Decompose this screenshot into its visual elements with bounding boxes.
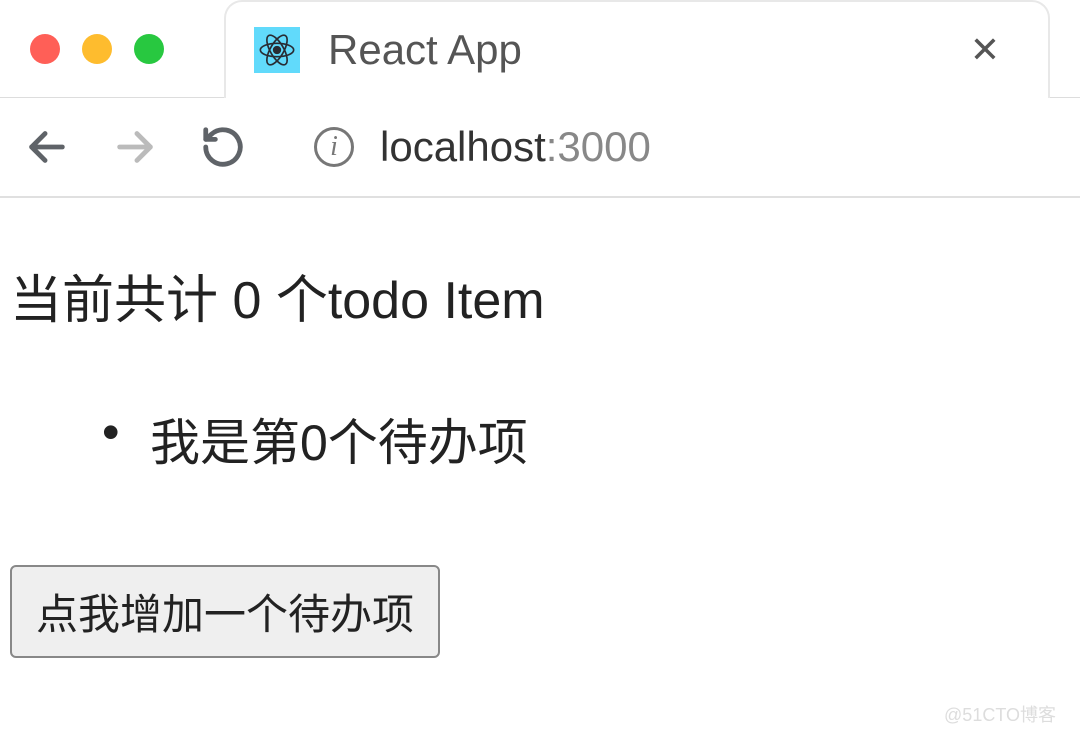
browser-chrome: React App ✕ i localhost:3000	[0, 0, 1080, 198]
url-host: localhost	[380, 123, 546, 170]
page-content: 当前共计 0 个todo Item 我是第0个待办项 点我增加一个待办项	[0, 198, 1080, 678]
add-todo-button[interactable]: 点我增加一个待办项	[10, 565, 440, 658]
react-icon	[254, 27, 300, 73]
todo-item: 我是第0个待办项	[110, 403, 1070, 475]
todo-list: 我是第0个待办项	[10, 403, 1070, 475]
browser-tab[interactable]: React App ✕	[224, 0, 1050, 98]
url-port: :3000	[546, 123, 651, 170]
url-text: localhost:3000	[380, 123, 651, 171]
watermark: @51CTO博客	[944, 701, 1056, 727]
window-close-button[interactable]	[30, 34, 60, 64]
reload-button[interactable]	[196, 120, 250, 174]
window-controls	[30, 34, 164, 64]
todo-count-heading: 当前共计 0 个todo Item	[10, 258, 1070, 333]
tab-title: React App	[328, 26, 934, 74]
window-maximize-button[interactable]	[134, 34, 164, 64]
forward-button[interactable]	[108, 120, 162, 174]
site-info-icon[interactable]: i	[314, 127, 354, 167]
window-minimize-button[interactable]	[82, 34, 112, 64]
address-bar: i localhost:3000	[0, 98, 1080, 198]
url-section[interactable]: i localhost:3000	[314, 123, 651, 171]
tab-close-button[interactable]: ✕	[962, 25, 1008, 75]
back-button[interactable]	[20, 120, 74, 174]
tab-bar: React App ✕	[0, 0, 1080, 98]
